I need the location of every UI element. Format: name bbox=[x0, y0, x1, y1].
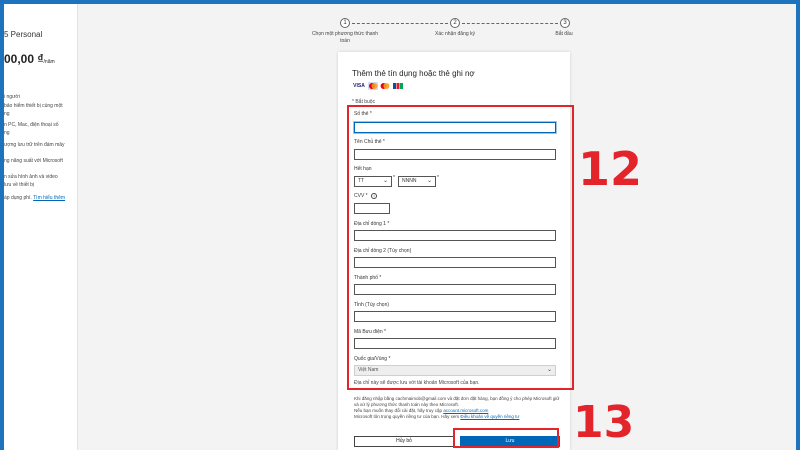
mastercard-icon bbox=[368, 82, 378, 90]
disclaimer-text: Nếu bạn muốn thay đổi cài đặt, hãy truy … bbox=[354, 408, 443, 413]
legal-disclaimer: Khi đăng nhập bằng cachmaimob@gmail.com … bbox=[354, 396, 560, 420]
plan-price: 00,00 ₫/năm bbox=[4, 52, 55, 66]
feature-line: ng bbox=[4, 130, 10, 136]
annotation-number-12: 12 bbox=[578, 142, 643, 196]
feature-line: ng bbox=[4, 111, 10, 117]
feature-line: ượng lưu trữ trên đám mây bbox=[4, 142, 65, 148]
step-1-label: Chọn một phương thức thanh toán bbox=[304, 31, 386, 45]
plan-summary-sidebar: 5 Personal 00,00 ₫/năm i người bảo hiểm … bbox=[4, 4, 78, 450]
step-3-label: Bắt đầu bbox=[555, 31, 573, 37]
step-connector bbox=[352, 23, 448, 24]
account-link[interactable]: account.microsoft.com bbox=[443, 408, 488, 413]
feature-line: bảo hiểm thiết bị cùng một bbox=[4, 103, 63, 109]
cancel-button[interactable]: Hủy bỏ bbox=[354, 436, 454, 447]
step-2-label: Xác nhận đăng ký bbox=[434, 31, 476, 37]
fee-note-text: áp dụng phí. bbox=[4, 195, 32, 201]
annotation-box-save bbox=[453, 428, 559, 448]
plan-price-unit: /năm bbox=[43, 59, 55, 65]
form-title: Thêm thẻ tín dụng hoặc thẻ ghi nợ bbox=[352, 69, 475, 78]
learn-more-link[interactable]: Tìm hiểu thêm bbox=[33, 195, 65, 201]
disclaimer-line: Microsoft tôn trọng quyền riêng tư của b… bbox=[354, 414, 560, 420]
feature-line: i người bbox=[4, 94, 20, 100]
step-1-label-line: Chọn một phương thức thanh bbox=[311, 31, 379, 37]
plan-title: 5 Personal bbox=[4, 30, 43, 39]
feature-line: n sửa hình ảnh và video bbox=[4, 174, 58, 180]
mastercard-logo-icon bbox=[380, 82, 390, 90]
privacy-link[interactable]: Điều khoản về quyền riêng tư bbox=[460, 414, 519, 419]
plan-price-value: 00,00 ₫ bbox=[4, 52, 44, 66]
feature-line: ng năng suất với Microsoft bbox=[4, 158, 63, 164]
feature-line: lưu về thiết bị bbox=[4, 182, 35, 188]
step-3-indicator: 3 bbox=[560, 18, 570, 28]
step-2-indicator: 2 bbox=[450, 18, 460, 28]
visa-icon: VISA bbox=[352, 82, 366, 90]
mastercard-alt-icon bbox=[380, 83, 390, 89]
step-1-label-line: toán bbox=[340, 38, 350, 44]
step-connector bbox=[462, 23, 558, 24]
mastercard-circles-icon bbox=[369, 83, 378, 89]
annotation-box-form-fields bbox=[347, 105, 574, 390]
step-1-indicator: 1 bbox=[340, 18, 350, 28]
jcb-stripes-icon bbox=[393, 83, 403, 89]
checkout-stepper: 1 2 3 Chọn một phương thức thanh toán Xá… bbox=[304, 18, 574, 52]
fee-note: áp dụng phí. Tìm hiểu thêm bbox=[4, 195, 65, 201]
jcb-icon bbox=[392, 82, 404, 90]
annotation-number-13: 13 bbox=[573, 397, 635, 448]
feature-line: n PC, Mac, điện thoại số bbox=[4, 122, 59, 128]
browser-viewport: 5 Personal 00,00 ₫/năm i người bảo hiểm … bbox=[4, 4, 796, 450]
disclaimer-text: Microsoft tôn trọng quyền riêng tư của b… bbox=[354, 414, 460, 419]
